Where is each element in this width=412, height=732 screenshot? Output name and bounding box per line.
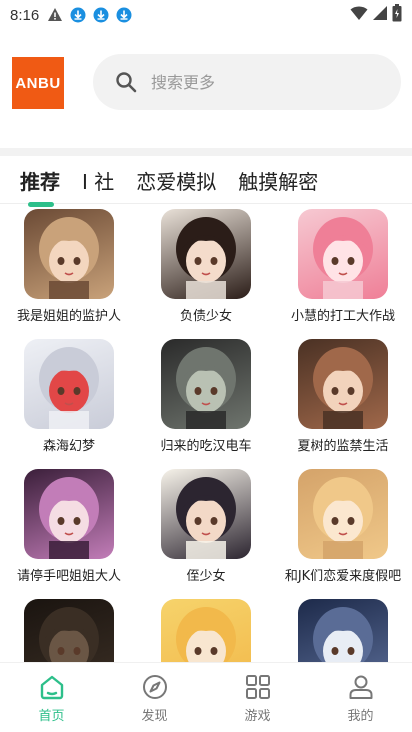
alert-icon [47,7,63,23]
tab-label: 推荐 [20,170,60,194]
profile-icon [349,675,372,699]
game-thumbnail [298,339,388,429]
compass-icon [142,675,167,699]
game-grid: 我是姐姐的监护人 负债少女 小慧的打工大作战 森海幻梦 归来的吃汉电车 夏树的监… [0,206,412,662]
game-title: 森海幻梦 [42,439,95,454]
game-card[interactable] [278,596,408,662]
nav-profile[interactable]: 我的 [309,663,412,732]
nav-discover[interactable]: 发现 [103,663,206,732]
tab-romance-sim[interactable]: 恋爱模拟 [136,164,216,195]
game-card[interactable]: 和JK们恋爱来度假吧 [278,466,408,584]
tab-label: 恋爱模拟 [136,170,217,194]
header-divider [0,148,412,156]
tab-label: I 社 [82,170,115,194]
grid-icon [245,675,270,699]
tab-i-company[interactable]: I 社 [82,164,114,195]
game-thumbnail [24,339,114,429]
game-thumbnail [161,209,251,299]
download-icon [116,7,132,23]
game-thumbnail [24,469,114,559]
game-title: 和JK们恋爱来度假吧 [284,569,402,584]
game-card[interactable] [4,596,134,662]
game-card[interactable] [141,596,271,662]
search-input[interactable] [151,72,351,92]
game-card[interactable]: 小慧的打工大作战 [278,206,408,324]
game-title: 归来的吃汉电车 [160,439,252,454]
category-tabs: 推荐 I 社 恋爱模拟 触摸解密 [0,156,412,207]
wifi-icon [350,5,368,25]
game-card[interactable]: 森海幻梦 [4,336,134,454]
game-card[interactable]: 请停手吧姐姐大人 [4,466,134,584]
game-title: 侄少女 [186,569,226,584]
download-icon [93,7,109,23]
game-title: 负债少女 [179,309,232,324]
game-card[interactable]: 我是姐姐的监护人 [4,206,134,324]
download-icon [70,7,86,23]
tab-recommended[interactable]: 推荐 [20,164,60,207]
game-card[interactable]: 负债少女 [141,206,271,324]
game-title: 小慧的打工大作战 [290,309,395,324]
status-bar: 8:16 [0,0,412,30]
game-card[interactable]: 归来的吃汉电车 [141,336,271,454]
game-title: 请停手吧姐姐大人 [16,569,121,584]
search-icon [115,71,137,93]
nav-games[interactable]: 游戏 [206,663,309,732]
game-card[interactable]: 夏树的监禁生活 [278,336,408,454]
search-bar[interactable] [93,54,401,110]
tab-label: 触摸解密 [238,170,319,194]
nav-label: 游戏 [244,709,271,724]
nav-label: 我的 [347,709,374,724]
game-thumbnail [161,339,251,429]
game-card[interactable]: 侄少女 [141,466,271,584]
battery-icon [392,4,402,26]
nav-label: 首页 [38,709,65,724]
cellular-icon [372,5,388,25]
bottom-nav: 首页 发现 游戏 我的 [0,662,412,732]
game-title: 夏树的监禁生活 [297,439,389,454]
tab-touch-puzzle[interactable]: 触摸解密 [238,164,318,195]
nav-label: 发现 [141,709,168,724]
game-title: 我是姐姐的监护人 [16,309,121,324]
game-thumbnail [24,209,114,299]
game-thumbnail [24,599,114,662]
game-thumbnail [298,469,388,559]
game-thumbnail [298,209,388,299]
nav-home[interactable]: 首页 [0,663,103,732]
game-thumbnail [298,599,388,662]
app-logo[interactable]: ANBU [12,57,64,109]
app-header: ANBU [0,30,412,148]
home-icon [40,675,63,700]
game-thumbnail [161,599,251,662]
game-thumbnail [161,469,251,559]
status-time: 8:16 [10,6,40,24]
